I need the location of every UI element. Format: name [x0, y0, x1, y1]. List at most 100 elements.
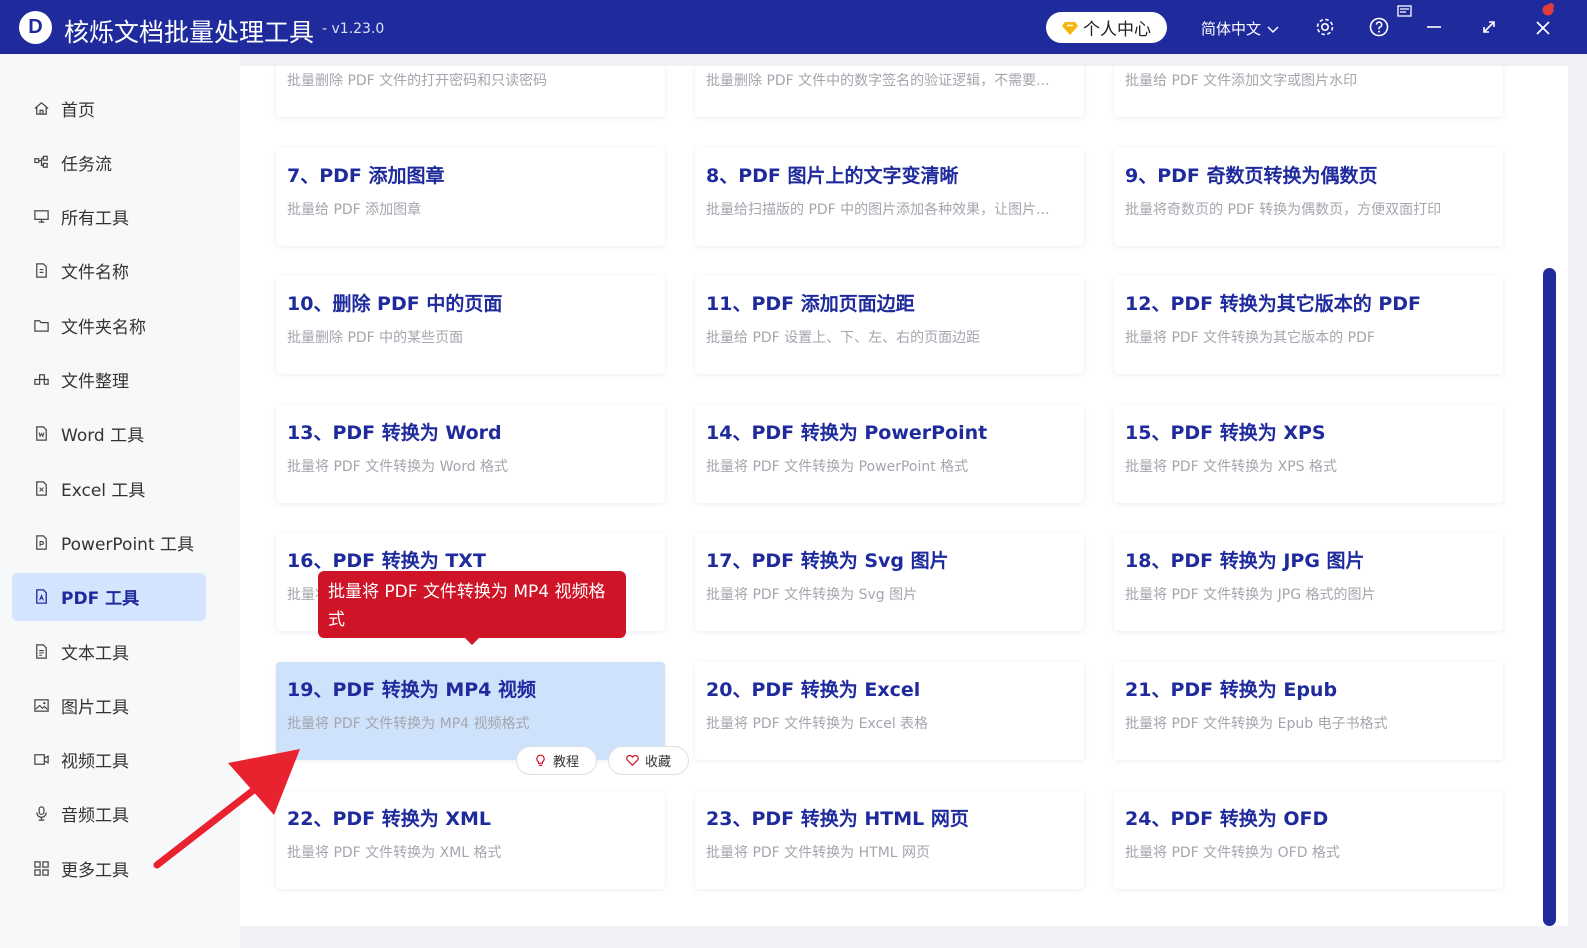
tutorial-button[interactable]: 教程 — [516, 746, 597, 775]
minimize-icon[interactable] — [1423, 16, 1445, 38]
tool-card[interactable]: 14、PDF 转换为 PowerPoint 批量将 PDF 文件转换为 Power… — [695, 404, 1084, 503]
tool-card[interactable]: 24、PDF 转换为 OFD 批量将 PDF 文件转换为 OFD 格式 — [1114, 790, 1503, 889]
tool-card[interactable]: 22、PDF 转换为 XML 批量将 PDF 文件转换为 XML 格式 — [276, 790, 665, 889]
tool-card-description: 批量将 PDF 文件转换为 XML 格式 — [287, 844, 502, 861]
sidebar-item[interactable]: 任务流 — [12, 138, 206, 186]
tool-card-description: 批量给 PDF 设置上、下、左、右的页面边距 — [706, 330, 981, 347]
tool-card-title: 20、PDF 转换为 Excel — [706, 679, 921, 701]
logo-letter: D — [28, 16, 43, 38]
sidebar-item[interactable]: 文本工具 — [12, 627, 206, 675]
sidebar-item-label: PowerPoint 工具 — [61, 534, 195, 555]
favorite-button[interactable]: 收藏 — [608, 746, 689, 775]
sidebar-item-label: 所有工具 — [61, 209, 129, 230]
scrollbar-thumb[interactable] — [1543, 268, 1556, 926]
user-center-button[interactable]: 个人中心 — [1046, 12, 1167, 43]
tool-card[interactable]: 18、PDF 转换为 JPG 图片批量将 PDF 文件转换为 JPG 格式的图片 — [1114, 533, 1503, 632]
tool-card[interactable]: 8、PDF 图片上的文字变清晰批量给扫描版的 PDF 中的图片添加各种效果，让图… — [695, 147, 1084, 246]
help-icon[interactable] — [1368, 16, 1390, 38]
tool-card-description: 批量删除 PDF 文件的打开密码和只读密码 — [287, 73, 548, 89]
lightbulb-icon — [536, 754, 545, 766]
tool-card[interactable]: 19、PDF 转换为 MP4 视频批量将 PDF 文件转换为 MP4 视频格式 — [276, 662, 665, 760]
tool-card[interactable]: 7、PDF 添加图章批量给 PDF 添加图章 — [276, 147, 665, 246]
sidebar-item-label: 文件夹名称 — [61, 317, 146, 338]
image-icon — [32, 696, 50, 714]
tool-card-description: 批量给 PDF 添加图章 — [287, 201, 422, 218]
tool-card-description: 批量将 PDF 文件转换为 Svg 图片 — [706, 587, 918, 604]
sidebar-item[interactable]: 首页 — [12, 84, 206, 132]
sidebar-item[interactable]: 所有工具 — [12, 193, 206, 241]
tool-card[interactable]: 21、PDF 转换为 Epub 批量将 PDF 文件转换为 Epub 电子书格式 — [1114, 662, 1503, 760]
organize-icon — [32, 371, 50, 389]
language-select[interactable]: 简体中文 — [1201, 18, 1279, 39]
grid-icon — [32, 859, 50, 877]
app-version: - v1.23.0 — [322, 21, 385, 37]
tool-card[interactable]: 9、PDF 奇数页转换为偶数页 批量将奇数页的 PDF 转换为偶数页，方便双面打印 — [1114, 147, 1503, 246]
tool-card[interactable]: 批量删除 PDF 文件的打开密码和只读密码 — [276, 66, 665, 117]
tool-card-description: 批量将 PDF 文件转换为 MP4 视频格式 — [287, 716, 530, 732]
tool-card-title: 17、PDF 转换为 Svg 图片 — [706, 550, 949, 573]
tool-card[interactable]: 23、PDF 转换为 HTML 网页批量将 PDF 文件转换为 HTML 网页 — [695, 790, 1084, 889]
tool-card[interactable]: 15、PDF 转换为 XPS 批量将 PDF 文件转换为 XPS 格式 — [1114, 404, 1503, 503]
tool-card[interactable]: 17、PDF 转换为 Svg 图片批量将 PDF 文件转换为 Svg 图片 — [695, 533, 1084, 632]
sidebar-item[interactable]: 文件整理 — [12, 356, 206, 404]
close-icon[interactable] — [1532, 17, 1554, 39]
favorite-label: 收藏 — [644, 755, 671, 770]
sidebar-item[interactable]: PowerPoint 工具 — [12, 518, 206, 566]
tool-card[interactable]: 11、PDF 添加页面边距批量给 PDF 设置上、下、左、右的页面边距 — [695, 276, 1084, 375]
notification-badge-icon — [1542, 3, 1554, 16]
user-center-label: 个人中心 — [1083, 20, 1151, 40]
sidebar-item-label: 首页 — [61, 100, 95, 121]
sidebar-item[interactable]: 图片工具 — [12, 681, 206, 729]
settings-gear-icon[interactable] — [1314, 16, 1336, 38]
tool-card[interactable]: 13、PDF 转换为 Word 批量将 PDF 文件转换为 Word 格式 — [276, 404, 665, 503]
tool-card[interactable]: 10、删除 PDF 中的页面 批量删除 PDF 中的某些页面 — [276, 276, 665, 375]
tool-card-description: 批量给扫描版的 PDF 中的图片添加各种效果，让图片... — [706, 201, 1050, 218]
chevron-down-icon — [1267, 25, 1279, 33]
tool-card-title: 8、PDF 图片上的文字变清晰 — [706, 164, 959, 187]
tool-card-description: 批量给 PDF 文件添加文字或图片水印 — [1125, 73, 1358, 89]
tool-card-title: 18、PDF 转换为 JPG 图片 — [1125, 550, 1365, 573]
diamond-icon — [1062, 21, 1078, 35]
tool-card-title: 10、删除 PDF 中的页面 — [287, 293, 503, 316]
video-icon — [32, 751, 50, 769]
maximize-icon[interactable] — [1478, 16, 1500, 38]
tool-card-description: 批量将 PDF 文件转换为 JPG 格式的图片 — [1125, 587, 1376, 604]
tool-card-title: 24、PDF 转换为 OFD — [1125, 807, 1329, 830]
tool-card-title: 16、PDF 转换为 TXT — [287, 550, 486, 573]
text-file-icon — [32, 642, 50, 660]
tooltip: 批量将 PDF 文件转换为 MP4 视频格式 — [318, 571, 626, 638]
tool-card-description: 批量将 PDF 文件转换为 Word 格式 — [287, 458, 509, 475]
tool-card-title: 19、PDF 转换为 MP4 视频 — [287, 679, 537, 701]
tool-card-title: 13、PDF 转换为 Word — [287, 421, 502, 444]
home-icon — [32, 99, 50, 117]
tool-card-description: 批量将奇数页的 PDF 转换为偶数页，方便双面打印 — [1125, 201, 1442, 218]
monitor-icon — [32, 208, 50, 226]
tool-card-title: 14、PDF 转换为 PowerPoint — [706, 421, 988, 444]
folder-icon — [32, 316, 50, 334]
sidebar-item[interactable]: Word 工具 — [12, 410, 206, 458]
sidebar-item-label: 文件名称 — [61, 263, 129, 284]
sidebar-item-label: 文件整理 — [61, 372, 129, 392]
app-title: 核烁文档批量处理工具 — [64, 18, 315, 47]
tool-card-description: 批量将 PDF 文件转换为 Epub 电子书格式 — [1125, 716, 1388, 732]
sidebar-item-label: 音频工具 — [61, 806, 129, 827]
tool-card-title: 7、PDF 添加图章 — [287, 164, 445, 187]
tool-card-title: 23、PDF 转换为 HTML 网页 — [706, 807, 969, 830]
sidebar-item[interactable]: Excel 工具 — [12, 464, 206, 512]
message-icon[interactable] — [1397, 5, 1412, 18]
sidebar-item-label: 图片工具 — [61, 697, 129, 718]
tool-card-title: 15、PDF 转换为 XPS — [1125, 421, 1326, 444]
tool-card[interactable]: 批量给 PDF 文件添加文字或图片水印 — [1114, 66, 1503, 117]
sidebar-item[interactable]: PDF 工具 — [12, 572, 206, 621]
ppt-file-icon — [32, 533, 50, 551]
tool-card-description: 批量将 PDF 文件转换为 HTML 网页 — [706, 844, 931, 861]
sidebar-item[interactable]: 文件夹名称 — [12, 301, 206, 349]
tool-card[interactable]: 20、PDF 转换为 Excel 批量将 PDF 文件转换为 Excel 表格 — [695, 662, 1084, 760]
workflow-icon — [32, 153, 50, 171]
tool-card-title: 12、PDF 转换为其它版本的 PDF — [1125, 293, 1422, 316]
tool-card-description: 批量将 PDF 文件转换为 XPS 格式 — [1125, 458, 1337, 475]
tool-card[interactable]: 12、PDF 转换为其它版本的 PDF 批量将 PDF 文件转换为其它版本的 PD… — [1114, 276, 1503, 375]
sidebar-item[interactable]: 文件名称 — [12, 247, 206, 295]
tool-card[interactable]: 批量删除 PDF 文件中的数字签名的验证逻辑，不需要... — [695, 66, 1084, 117]
tool-card-title: 11、PDF 添加页面边距 — [706, 293, 915, 316]
